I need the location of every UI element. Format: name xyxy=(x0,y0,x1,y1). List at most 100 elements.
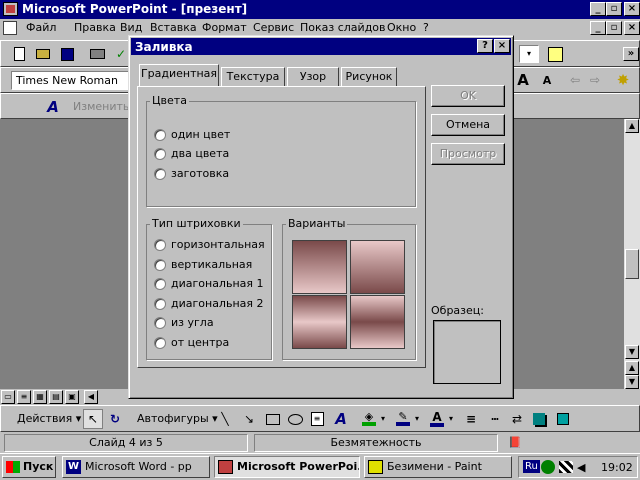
textbox-icon[interactable]: ≡ xyxy=(307,409,327,429)
label-diagonal-1[interactable]: диагональная 1 xyxy=(171,277,264,290)
outline-view-button[interactable]: ≡ xyxy=(17,390,31,404)
radio-diagonal-2[interactable] xyxy=(154,298,166,310)
increase-font-icon[interactable]: A xyxy=(513,70,533,90)
dash-style-icon[interactable]: ┅ xyxy=(485,409,505,429)
task-powerpoint[interactable]: Microsoft PowerPoi... xyxy=(214,456,360,478)
tab-gradient[interactable]: Градиентная xyxy=(139,64,219,86)
menu-window[interactable]: Окно xyxy=(387,19,416,36)
decrease-font-icon[interactable]: A xyxy=(537,70,557,90)
actions-menu[interactable]: Действия ▾ xyxy=(17,412,81,425)
menu-format[interactable]: Формат xyxy=(202,19,247,36)
variant-2[interactable] xyxy=(350,240,405,294)
vertical-scrollbar[interactable]: ▲ ▼ ▲ ▼ xyxy=(624,119,640,389)
rectangle-icon[interactable] xyxy=(263,409,283,429)
restore-button[interactable]: ▫ xyxy=(606,2,622,16)
preview-button[interactable]: Просмотр xyxy=(431,143,505,165)
tray-flag-icon[interactable] xyxy=(559,461,573,473)
line-style-icon[interactable]: ≡ xyxy=(461,409,481,429)
doc-restore-button[interactable]: ▫ xyxy=(606,21,622,35)
radio-two-colors[interactable] xyxy=(154,148,166,160)
menu-edit[interactable]: Правка xyxy=(74,19,116,36)
save-icon[interactable] xyxy=(57,44,77,64)
slide-view-button[interactable]: ▭ xyxy=(1,390,15,404)
sorter-view-button[interactable]: ▦ xyxy=(33,390,47,404)
oval-icon[interactable] xyxy=(285,409,305,429)
menu-tools[interactable]: Сервис xyxy=(253,19,294,36)
free-rotate-icon[interactable]: ↻ xyxy=(105,409,125,429)
line-color-icon[interactable]: ✎ xyxy=(393,409,413,429)
open-icon[interactable] xyxy=(33,44,53,64)
label-from-corner[interactable]: из угла xyxy=(171,316,214,329)
variant-1[interactable] xyxy=(292,240,347,294)
hscroll-left-button[interactable]: ◀ xyxy=(84,390,98,404)
select-pointer-icon[interactable]: ↖ xyxy=(83,409,103,429)
autoshapes-menu[interactable]: Автофигуры ▾ xyxy=(137,412,218,425)
wordart-insert-icon[interactable]: A xyxy=(331,409,351,429)
language-indicator[interactable]: Ru xyxy=(523,460,540,473)
task-word[interactable]: W Microsoft Word - pp xyxy=(62,456,210,478)
line-color-dropdown-icon[interactable]: ▾ xyxy=(415,414,419,423)
tab-texture[interactable]: Текстура xyxy=(221,67,285,87)
label-preset[interactable]: заготовка xyxy=(171,167,229,180)
menu-file[interactable]: Файл xyxy=(26,19,56,36)
tray-volume-icon[interactable]: ◀ xyxy=(577,461,585,474)
promote-icon[interactable]: ⇦ xyxy=(565,70,585,90)
fill-color-dropdown-icon[interactable]: ▾ xyxy=(381,414,385,423)
scroll-up-button[interactable]: ▲ xyxy=(625,119,639,133)
powerpoint-icon[interactable] xyxy=(3,2,18,16)
zoom-combo[interactable]: ▾ xyxy=(519,45,539,63)
radio-preset[interactable] xyxy=(154,168,166,180)
fill-color-icon[interactable]: ◈ xyxy=(359,409,379,429)
menu-help[interactable]: ? xyxy=(423,19,429,36)
radio-horizontal[interactable] xyxy=(154,239,166,251)
scroll-down-button[interactable]: ▼ xyxy=(625,345,639,359)
tab-picture[interactable]: Рисунок xyxy=(341,67,397,87)
tab-pattern[interactable]: Узор xyxy=(287,67,339,87)
animation-effects-icon[interactable]: ✸ xyxy=(613,70,633,90)
radio-one-color[interactable] xyxy=(154,129,166,141)
cancel-button[interactable]: Отмена xyxy=(431,114,505,136)
menu-insert[interactable]: Вставка xyxy=(150,19,197,36)
font-name-combo[interactable]: Times New Roman xyxy=(11,71,131,90)
label-from-center[interactable]: от центра xyxy=(171,336,229,349)
dialog-close-button[interactable]: × xyxy=(494,39,510,53)
demote-icon[interactable]: ⇨ xyxy=(585,70,605,90)
toolbar-overflow-button[interactable]: » xyxy=(623,47,639,61)
menu-view[interactable]: Вид xyxy=(120,19,142,36)
help-pointer-icon[interactable] xyxy=(545,44,565,64)
print-icon[interactable] xyxy=(87,44,107,64)
outline-change-label[interactable]: Изменить xyxy=(73,100,129,113)
start-button[interactable]: Пуск xyxy=(2,456,56,478)
variant-3[interactable] xyxy=(292,295,347,349)
notes-view-button[interactable]: ▤ xyxy=(49,390,63,404)
spelling-status-icon[interactable]: 📕 xyxy=(508,436,522,449)
doc-close-button[interactable]: × xyxy=(624,21,640,35)
doc-minimize-button[interactable]: _ xyxy=(590,21,606,35)
next-slide-button[interactable]: ▼ xyxy=(625,375,639,389)
new-icon[interactable] xyxy=(9,44,29,64)
menu-slideshow[interactable]: Показ слайдов xyxy=(300,19,386,36)
scroll-thumb[interactable] xyxy=(625,249,639,279)
radio-diagonal-1[interactable] xyxy=(154,278,166,290)
close-button[interactable]: × xyxy=(624,2,640,16)
label-one-color[interactable]: один цвет xyxy=(171,128,230,141)
variant-4[interactable] xyxy=(350,295,405,349)
arrow-icon[interactable]: ↘ xyxy=(239,409,259,429)
ok-button[interactable]: OK xyxy=(431,85,505,107)
label-horizontal[interactable]: горизонтальная xyxy=(171,238,265,251)
radio-vertical[interactable] xyxy=(154,259,166,271)
label-vertical[interactable]: вертикальная xyxy=(171,258,252,271)
radio-from-center[interactable] xyxy=(154,337,166,349)
task-paint[interactable]: Безимени - Paint xyxy=(364,456,512,478)
prev-slide-button[interactable]: ▲ xyxy=(625,361,639,375)
label-two-colors[interactable]: два цвета xyxy=(171,147,229,160)
slideshow-view-button[interactable]: ▣ xyxy=(65,390,79,404)
arrow-style-icon[interactable]: ⇄ xyxy=(507,409,527,429)
design-template-name[interactable]: Безмятежность xyxy=(254,434,498,452)
font-color-dropdown-icon[interactable]: ▾ xyxy=(449,414,453,423)
tray-app-icon[interactable] xyxy=(541,460,555,474)
label-diagonal-2[interactable]: диагональная 2 xyxy=(171,297,264,310)
font-color-icon[interactable]: A xyxy=(427,409,447,429)
3d-icon[interactable] xyxy=(553,409,573,429)
shadow-icon[interactable] xyxy=(529,409,549,429)
